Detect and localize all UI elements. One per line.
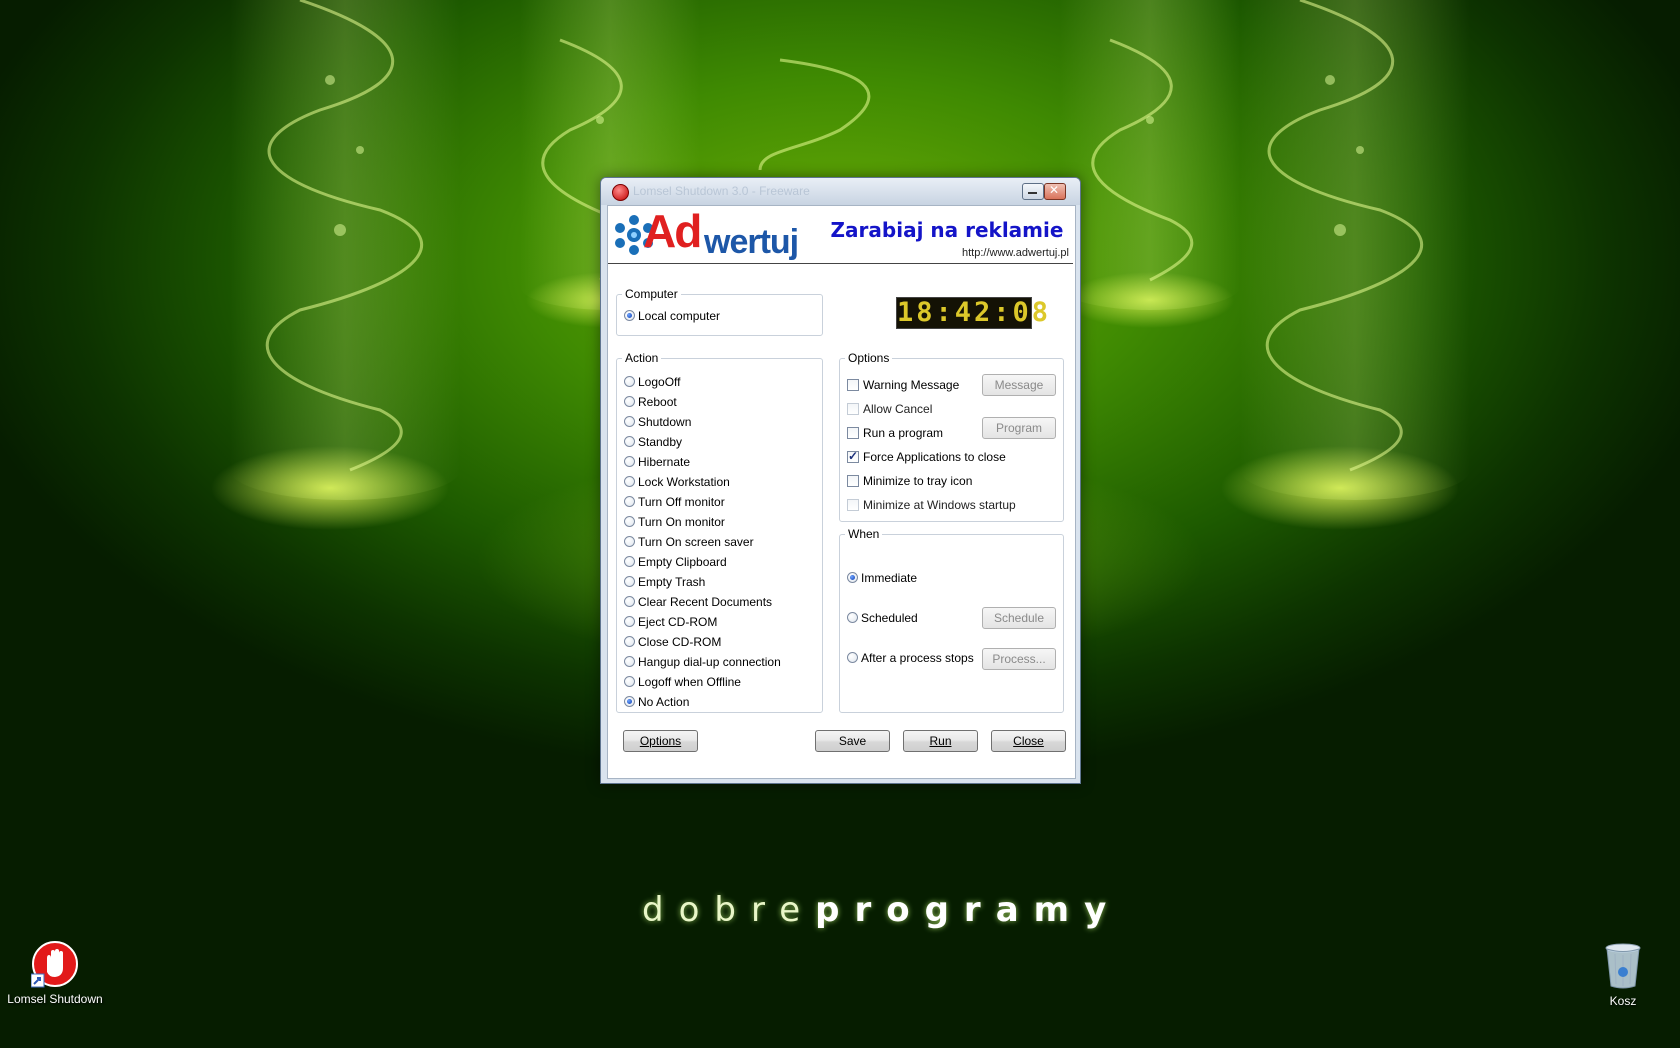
action-label[interactable]: Eject CD-ROM <box>638 615 717 629</box>
schedule-button[interactable]: Schedule <box>982 607 1056 629</box>
close-button-label: Close <box>1013 734 1044 748</box>
title-bar[interactable]: Lomsel Shutdown 3.0 - Freeware <box>601 178 1080 205</box>
immediate-radio[interactable] <box>847 572 858 583</box>
action-label[interactable]: Clear Recent Documents <box>638 595 772 609</box>
scheduled-radio[interactable] <box>847 612 858 623</box>
action-label[interactable]: Empty Clipboard <box>638 555 727 569</box>
close-button[interactable]: Close <box>991 730 1066 752</box>
desktop-icon-lomsel-shutdown[interactable]: Lomsel Shutdown <box>0 940 110 1006</box>
after-process-radio[interactable] <box>847 652 858 663</box>
action-radio-empty-clipboard[interactable] <box>624 556 635 567</box>
action-label[interactable]: Turn Off monitor <box>638 495 725 509</box>
action-radio-close-cd-rom[interactable] <box>624 636 635 647</box>
when-group: When Immediate Scheduled Schedule After … <box>839 527 1064 713</box>
action-label[interactable]: Shutdown <box>638 415 691 429</box>
ad-banner[interactable]: Ad wertuj Zarabiaj na reklamie http://ww… <box>608 205 1073 264</box>
process-button[interactable]: Process... <box>982 648 1056 670</box>
action-label[interactable]: Empty Trash <box>638 575 705 589</box>
action-radio-reboot[interactable] <box>624 396 635 407</box>
banner-slogan: Zarabiaj na reklamie <box>830 218 1064 242</box>
computer-legend: Computer <box>622 287 681 301</box>
action-label[interactable]: Hangup dial-up connection <box>638 655 781 669</box>
action-radio-hibernate[interactable] <box>624 456 635 467</box>
allow-cancel-checkbox[interactable] <box>847 403 859 415</box>
digital-clock: 18:42:08 <box>896 297 1052 329</box>
desktop-icon-label: Kosz <box>1609 994 1637 1008</box>
minimize-startup-label[interactable]: Minimize at Windows startup <box>863 498 1016 512</box>
action-label[interactable]: Lock Workstation <box>638 475 730 489</box>
when-legend: When <box>845 527 883 541</box>
minimize-tray-checkbox[interactable] <box>847 475 859 487</box>
action-radio-turn-off-monitor[interactable] <box>624 496 635 507</box>
desktop-icon-label: Lomsel Shutdown <box>7 992 103 1006</box>
action-label[interactable]: Turn On screen saver <box>638 535 754 549</box>
action-radio-turn-on-screen-saver[interactable] <box>624 536 635 547</box>
action-radio-eject-cd-rom[interactable] <box>624 616 635 627</box>
recycle-bin-icon <box>1605 943 1641 989</box>
computer-group: Computer Local computer <box>616 287 823 336</box>
after-process-label[interactable]: After a process stops <box>861 651 974 665</box>
run-program-label[interactable]: Run a program <box>863 426 943 440</box>
immediate-label[interactable]: Immediate <box>861 571 917 585</box>
action-radio-clear-recent-documents[interactable] <box>624 596 635 607</box>
app-icon <box>612 184 629 201</box>
local-computer-radio[interactable] <box>624 310 635 321</box>
stop-hand-icon <box>31 941 78 988</box>
action-label[interactable]: Reboot <box>638 395 677 409</box>
action-radio-hangup-dialup[interactable] <box>624 656 635 667</box>
options-button[interactable]: Options <box>623 730 698 752</box>
run-button-label: Run <box>929 734 952 748</box>
allow-cancel-label[interactable]: Allow Cancel <box>863 402 932 416</box>
action-radio-logooff[interactable] <box>624 376 635 387</box>
local-computer-label[interactable]: Local computer <box>638 309 720 323</box>
action-radio-turn-on-monitor[interactable] <box>624 516 635 527</box>
action-group: Action LogoOff Reboot Shutdown Standby H… <box>616 351 823 713</box>
run-program-checkbox[interactable] <box>847 427 859 439</box>
options-button-label: Options <box>639 734 682 748</box>
desktop-icon-kosz[interactable]: Kosz <box>1568 942 1678 1008</box>
action-label[interactable]: Hibernate <box>638 455 690 469</box>
action-radio-logoff-when-offline[interactable] <box>624 676 635 687</box>
banner-url[interactable]: http://www.adwertuj.pl <box>962 247 1069 259</box>
minimize-tray-label[interactable]: Minimize to tray icon <box>863 474 972 488</box>
wallpaper-brand: dobreprogramy <box>642 890 1122 930</box>
action-radio-lock-workstation[interactable] <box>624 476 635 487</box>
action-radio-shutdown[interactable] <box>624 416 635 427</box>
action-label[interactable]: LogoOff <box>638 375 680 389</box>
logo-rest-text: wertuj <box>704 223 799 261</box>
action-label[interactable]: Turn On monitor <box>638 515 725 529</box>
message-button[interactable]: Message <box>982 374 1056 396</box>
save-button[interactable]: Save <box>815 730 890 752</box>
action-radio-empty-trash[interactable] <box>624 576 635 587</box>
lomsel-shutdown-window: Lomsel Shutdown 3.0 - Freeware Ad wertuj… <box>600 177 1081 784</box>
action-label[interactable]: Close CD-ROM <box>638 635 721 649</box>
close-window-button[interactable] <box>1044 183 1066 200</box>
window-client-area: Ad wertuj Zarabiaj na reklamie http://ww… <box>607 205 1076 779</box>
warning-message-checkbox[interactable] <box>847 379 859 391</box>
minimize-button[interactable] <box>1022 183 1044 200</box>
force-apps-close-checkbox[interactable] <box>847 449 859 463</box>
action-radio-standby[interactable] <box>624 436 635 447</box>
scheduled-label[interactable]: Scheduled <box>861 611 918 625</box>
minimize-startup-checkbox[interactable] <box>847 499 859 511</box>
action-legend: Action <box>622 351 662 365</box>
action-label[interactable]: Logoff when Offline <box>638 675 741 689</box>
action-label[interactable]: Standby <box>638 435 682 449</box>
logo-ad-text: Ad <box>643 205 702 257</box>
force-apps-close-label[interactable]: Force Applications to close <box>863 450 1006 464</box>
run-button[interactable]: Run <box>903 730 978 752</box>
warning-message-label[interactable]: Warning Message <box>863 378 959 392</box>
options-legend: Options <box>845 351 893 365</box>
action-radio-no-action[interactable] <box>624 696 635 707</box>
action-label[interactable]: No Action <box>638 695 689 709</box>
options-group: Options Warning Message Message Allow Ca… <box>839 351 1064 522</box>
program-button[interactable]: Program <box>982 417 1056 439</box>
window-title: Lomsel Shutdown 3.0 - Freeware <box>633 184 810 198</box>
